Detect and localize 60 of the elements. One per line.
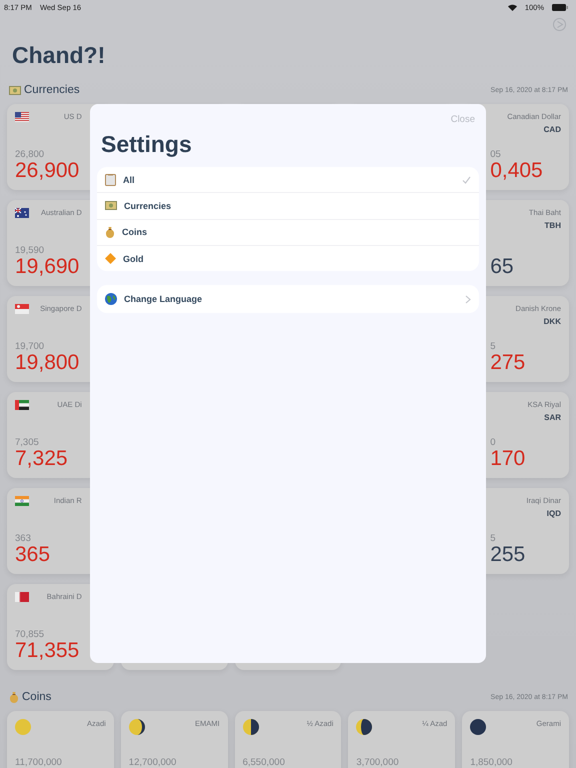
battery-icon (552, 4, 568, 10)
previous-price: 19,700 (15, 341, 46, 352)
money-bag-icon (9, 691, 19, 703)
previous-price: 0 (489, 437, 496, 448)
moon-icon (242, 719, 259, 735)
previous-price: 363 (15, 533, 32, 544)
diamond-icon (105, 253, 116, 264)
money-bag-icon (105, 226, 115, 238)
banknote-icon (105, 201, 117, 210)
previous-price: 05 (489, 149, 502, 160)
current-price: 275 (489, 352, 526, 374)
language-option[interactable]: Change Language (97, 285, 479, 314)
current-price: 365 (15, 544, 52, 566)
section-title: Coins (22, 691, 52, 703)
section-title: Currencies (24, 84, 80, 96)
currency-code: CAD (544, 125, 561, 134)
globe-icon (105, 293, 117, 306)
currency-code: IQD (546, 509, 561, 518)
banknote-icon (9, 86, 21, 94)
filter-option[interactable]: Coins (97, 218, 479, 245)
previous-price: 7,305 (15, 437, 40, 448)
filter-option[interactable]: Gold (97, 244, 479, 272)
current-price: 71,355 (15, 640, 80, 662)
notepad-icon (105, 174, 116, 186)
wifi-icon (508, 4, 517, 10)
coin-price: 1,850,000 (470, 757, 512, 768)
currency-code: TBH (544, 221, 561, 230)
previous-price: 5 (489, 533, 496, 544)
coin-price: 3,700,000 (356, 757, 399, 768)
flag-icon (15, 592, 29, 602)
currency-code: SAR (544, 413, 561, 422)
previous-price: 19,590 (15, 245, 46, 256)
currency-code: DKK (544, 317, 561, 326)
current-price: 19,690 (15, 256, 80, 278)
flag-icon (15, 400, 29, 410)
moon-icon (356, 719, 372, 735)
current-price: 19,800 (15, 352, 80, 374)
current-price: 255 (489, 544, 526, 566)
previous-price: 70,855 (15, 629, 46, 640)
play-circle-icon[interactable] (553, 18, 566, 31)
flag-icon (15, 208, 29, 218)
moon-icon (128, 719, 145, 735)
flag-icon (15, 304, 29, 314)
current-price: 26,900 (15, 160, 80, 182)
chevron-icon (465, 294, 471, 304)
app-title: Chand?! (12, 42, 106, 69)
previous-price: 5 (489, 341, 496, 352)
coin-price: 12,700,000 (128, 757, 176, 768)
current-price: 170 (489, 448, 526, 470)
current-price: 7,325 (15, 448, 69, 470)
current-price: 0,405 (489, 160, 544, 182)
moon-icon (15, 719, 31, 735)
flag-icon (15, 112, 29, 122)
previous-price: 26,800 (15, 149, 46, 160)
flag-icon (15, 496, 29, 506)
filter-option[interactable]: Currencies (97, 192, 479, 219)
moon-icon (470, 719, 486, 735)
current-price: 65 (489, 256, 515, 278)
coin-price: 11,700,000 (15, 757, 62, 768)
coin-price: 6,550,000 (242, 757, 285, 768)
